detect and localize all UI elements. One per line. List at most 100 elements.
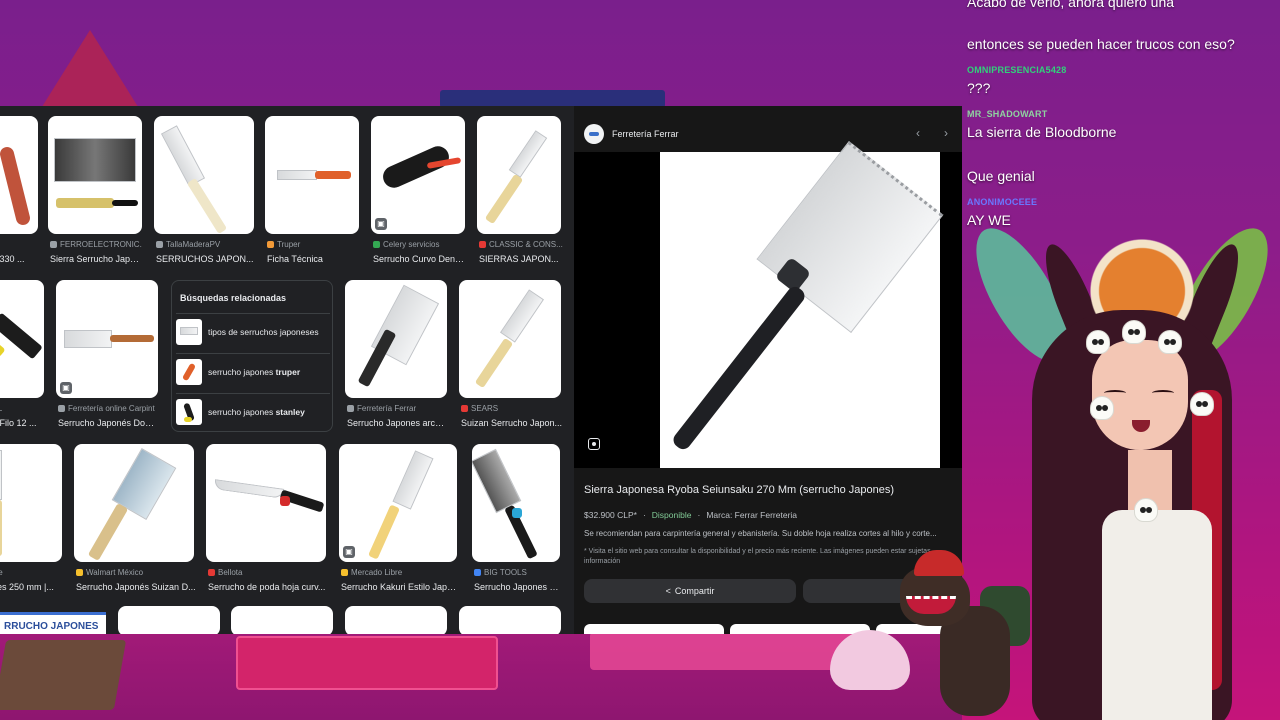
result-source: FERROELECTRONIC... [60, 240, 142, 249]
google-lens-badge-icon: ▣ [343, 546, 355, 558]
result-source: Truper [277, 240, 301, 249]
previous-arrow-icon[interactable]: ‹ [916, 126, 920, 140]
related-search-item[interactable]: serrucho japones truper [176, 353, 330, 389]
result-tile[interactable]: ▣ Celery servicios Serrucho Curvo Dent..… [371, 116, 466, 266]
result-tile[interactable]: o 330 ... [0, 116, 38, 266]
creature-mascot [900, 550, 1030, 720]
result-caption: Serrucho Japonés Dos ... [58, 418, 158, 428]
skull-decoration [1158, 330, 1182, 354]
result-caption: o 330 ... [0, 254, 25, 264]
image-detail-panel: Ferretería Ferrar ‹ › Sierra Japonesa Ry… [574, 106, 962, 634]
chat-message-text: Acabo de verlo, ahora quiero una [967, 0, 1175, 10]
chat-username: OMNIPRESENCIA5428 [967, 65, 1067, 75]
result-tile[interactable]: TallaMaderaPV SERRUCHOS JAPON... [154, 116, 254, 266]
result-caption: e Filo 12 ... [0, 418, 37, 428]
skull-decoration [1090, 396, 1114, 420]
result-caption: SIERRAS JAPON... [479, 254, 559, 264]
avatar-eye [1104, 390, 1126, 396]
share-label: Compartir [674, 586, 715, 596]
result-caption: Sierra Serrucho Japo... [50, 254, 142, 264]
result-caption: Serrucho de poda hoja curv... [208, 582, 326, 592]
result-tile[interactable]: Ferretería Ferrar Serrucho Japones archi… [345, 280, 449, 432]
related-searches-card: Búsquedas relacionadas tipos de serrucho… [171, 280, 333, 432]
skull-decoration [1190, 392, 1214, 416]
related-search-item[interactable]: serrucho japones stanley [176, 393, 330, 429]
result-tile[interactable]: SEARS Suizan Serrucho Japon... [459, 280, 563, 432]
skull-decoration [1086, 330, 1110, 354]
result-tile[interactable]: ▣ Mercado Libre Serrucho Kakuri Estilo J… [339, 444, 459, 596]
detail-description: Se recomiendan para carpintería general … [584, 529, 937, 538]
share-icon: < [665, 586, 671, 596]
result-source: CL [0, 404, 2, 413]
skull-decoration [1122, 320, 1146, 344]
detail-disclaimer: * Visita el sitio web para consultar la … [584, 548, 931, 565]
chat-message-text: ??? [967, 80, 991, 96]
result-caption: SERRUCHOS JAPON... [156, 254, 254, 264]
avatar-body [1102, 510, 1212, 720]
result-source: Mercado Libre [351, 568, 403, 577]
chat-username: MR_SHADOWART [967, 109, 1048, 119]
background-pyramid-decoration [40, 30, 140, 110]
result-tile[interactable]: Truper Ficha Técnica [265, 116, 360, 266]
result-caption: Serrucho Japones R... [474, 582, 562, 592]
result-tile-partial[interactable] [345, 606, 447, 634]
related-result-partial[interactable] [730, 624, 870, 634]
result-tile[interactable]: CLASSIC & CONS... SIERRAS JAPON... [477, 116, 563, 266]
result-tile-partial[interactable] [231, 606, 333, 634]
result-source: CLASSIC & CONS... [489, 240, 563, 249]
result-tile[interactable]: Walmart México Serrucho Japonés Suizan D… [74, 444, 196, 596]
result-caption: nes 250 mm |... [0, 582, 54, 592]
result-tile[interactable]: Bellota Serrucho de poda hoja curv... [206, 444, 328, 596]
pink-plush-decoration [830, 630, 910, 690]
related-searches-title: Búsquedas relacionadas [180, 293, 287, 303]
browser-window: o 330 ... FERROELECTRONIC... Sierra Serr… [0, 106, 962, 634]
result-tile[interactable]: ▣ Ferretería online Carpint Serrucho Jap… [56, 280, 160, 432]
detail-source-header[interactable]: Ferretería Ferrar [584, 124, 679, 144]
google-lens-badge-icon: ▣ [60, 382, 72, 394]
result-source: ine [0, 568, 3, 577]
result-caption: Serrucho Kakuri Estilo Japo... [341, 582, 459, 592]
detail-image-frame[interactable] [574, 140, 962, 468]
skull-decoration [1134, 498, 1158, 522]
result-tile[interactable]: ine nes 250 mm |... [0, 444, 64, 596]
detail-meta: $32.900 CLP* · Disponible · Marca: Ferra… [584, 510, 798, 520]
image-results-grid: o 330 ... FERROELECTRONIC... Sierra Serr… [0, 106, 574, 634]
result-source: Walmart México [86, 568, 144, 577]
background-desk-mat [236, 636, 498, 690]
result-source: TallaMaderaPV [166, 240, 221, 249]
avatar-eye [1152, 390, 1174, 396]
background-keyboard [0, 640, 127, 710]
chat-message-text: La sierra de Bloodborne [967, 124, 1117, 140]
result-tile[interactable]: FERROELECTRONIC... Sierra Serrucho Japo.… [48, 116, 144, 266]
result-caption: Serrucho Curvo Dent... [373, 254, 465, 264]
result-source: Bellota [218, 568, 243, 577]
result-caption: Serrucho Japonés Suizan D... [76, 582, 196, 592]
result-source: Celery servicios [383, 240, 440, 249]
result-source: Ferretería Ferrar [357, 404, 417, 413]
result-tile[interactable]: CL e Filo 12 ... [0, 280, 46, 432]
detail-brand: Marca: Ferrar Ferreteria [706, 510, 798, 520]
chat-message-text: entonces se pueden hacer trucos con eso? [967, 36, 1235, 52]
detail-price: $32.900 CLP* [584, 510, 637, 520]
background-desk [0, 632, 962, 720]
result-source: Ferretería online Carpint [68, 404, 155, 413]
result-tile[interactable]: BIG TOOLS Serrucho Japones R... [472, 444, 562, 596]
related-result-partial[interactable] [584, 624, 724, 634]
next-arrow-icon[interactable]: › [944, 126, 948, 140]
result-tile-partial[interactable] [118, 606, 220, 634]
result-caption: Suizan Serrucho Japon... [461, 418, 563, 428]
result-source: SEARS [471, 404, 499, 413]
site-logo-icon [584, 124, 604, 144]
result-tile-partial[interactable] [459, 606, 561, 634]
google-lens-badge-icon: ▣ [375, 218, 387, 230]
detail-availability: Disponible [651, 510, 692, 520]
share-button[interactable]: < Compartir [584, 579, 796, 603]
result-caption: Serrucho Japones archi... [347, 418, 449, 428]
detail-title[interactable]: Sierra Japonesa Ryoba Seiunsaku 270 Mm (… [584, 484, 894, 496]
result-source: BIG TOOLS [484, 568, 527, 577]
result-caption: Ficha Técnica [267, 254, 323, 264]
partial-result-banner[interactable]: RRUCHO JAPONES [0, 612, 106, 634]
google-lens-icon[interactable] [588, 438, 600, 450]
related-search-item[interactable]: tipos de serruchos japoneses [176, 313, 330, 349]
detail-image [660, 140, 944, 468]
